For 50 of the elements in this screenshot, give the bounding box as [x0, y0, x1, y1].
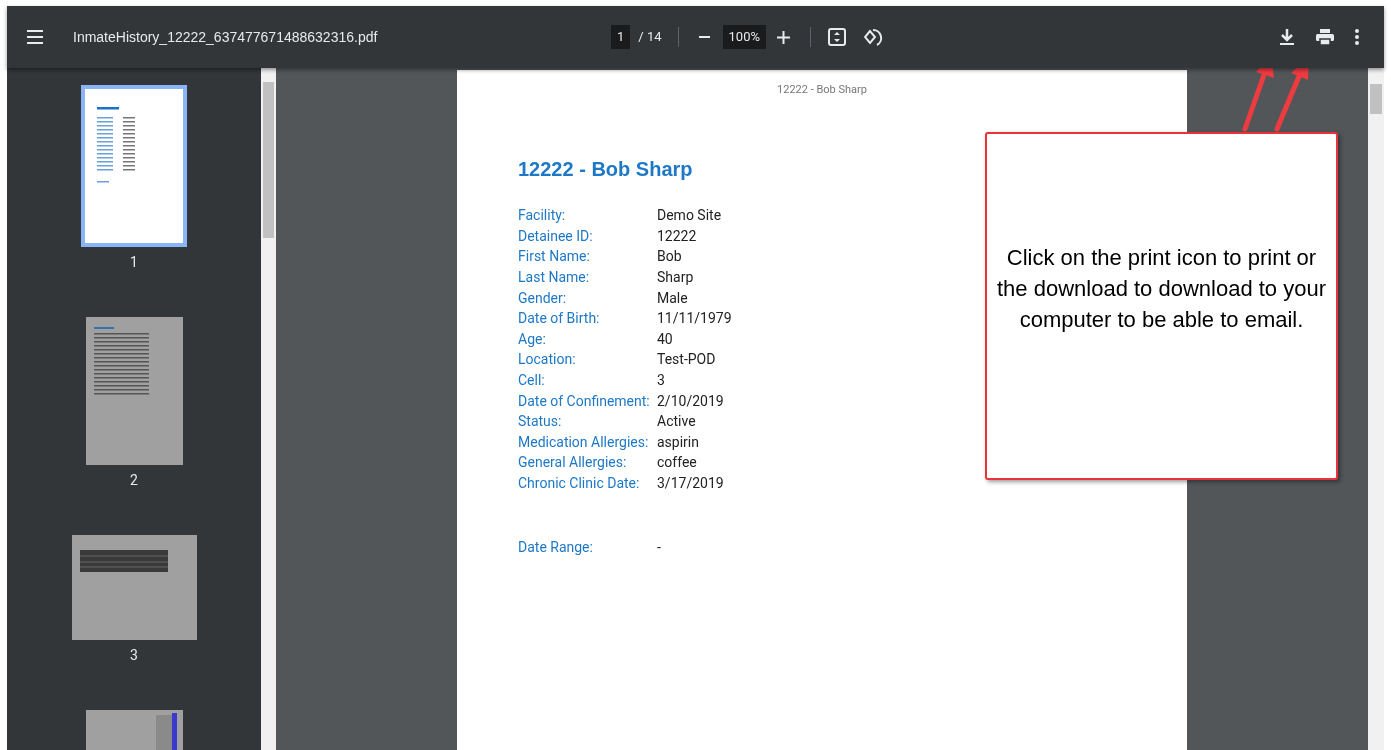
- field-label: Location:: [518, 350, 577, 370]
- page-count: / 14: [638, 28, 662, 47]
- scrollbar[interactable]: [261, 68, 276, 750]
- field-label: Date of Confinement:: [518, 391, 651, 411]
- field-value: coffee: [657, 453, 697, 473]
- field-value: 2/10/2019: [657, 391, 724, 411]
- field-value: 40: [657, 329, 673, 349]
- field-label: Chronic Clinic Date:: [518, 474, 641, 493]
- field-label: Date of Birth:: [518, 309, 601, 329]
- callout-text: Click on the print icon to print or the download to download to your computer to be able to email.: [997, 243, 1326, 334]
- field-label: General Allergies:: [518, 453, 628, 473]
- page-number: 1: [130, 253, 138, 271]
- field-value: 3: [657, 371, 665, 391]
- field-value: 12222: [657, 226, 697, 246]
- zoom-input[interactable]: 100%: [722, 25, 766, 49]
- scrollbar[interactable]: [1368, 68, 1384, 750]
- field-label: Facility:: [518, 206, 567, 226]
- page-number: 2: [130, 471, 138, 489]
- field-value: Bob: [657, 247, 682, 267]
- field-label: Cell:: [518, 371, 546, 391]
- field-value: 11/11/1979: [657, 309, 732, 329]
- field-value: Sharp: [657, 268, 694, 288]
- page-title: 12222 - Bob Sharp: [518, 156, 694, 182]
- field-label: Last Name:: [518, 268, 591, 288]
- page-header: 12222 - Bob Sharp: [777, 82, 868, 98]
- page-thumbnail[interactable]: [85, 317, 183, 465]
- page-number: 3: [130, 646, 138, 664]
- document-title: InmateHistory_12222_637477671488632316.pdf: [73, 27, 379, 47]
- field-label: Medication Allergies:: [518, 432, 650, 452]
- field-value: 3/17/2019: [657, 474, 724, 493]
- field-label: Detainee ID:: [518, 226, 594, 246]
- field-value: -: [657, 537, 661, 557]
- download-icon[interactable]: [1278, 28, 1296, 46]
- page-thumbnail[interactable]: [71, 535, 197, 640]
- field-value: aspirin: [657, 432, 699, 452]
- fit-page-icon[interactable]: [826, 27, 847, 47]
- field-value: Demo Site: [657, 206, 722, 226]
- field-label: Age:: [518, 329, 547, 349]
- field-label: Status:: [518, 412, 563, 432]
- field-value: Male: [657, 288, 688, 308]
- page-input[interactable]: 1: [611, 25, 631, 49]
- field-label: Gender:: [518, 288, 568, 308]
- page-thumbnail[interactable]: [81, 85, 187, 247]
- field-value: Test-POD: [657, 350, 716, 370]
- print-icon[interactable]: [1316, 28, 1334, 46]
- field-value: Active: [657, 412, 696, 432]
- field-label: First Name:: [518, 247, 591, 267]
- more-icon[interactable]: [1354, 29, 1360, 45]
- field-label: Date Range:: [518, 537, 594, 557]
- rotate-icon[interactable]: [862, 26, 885, 48]
